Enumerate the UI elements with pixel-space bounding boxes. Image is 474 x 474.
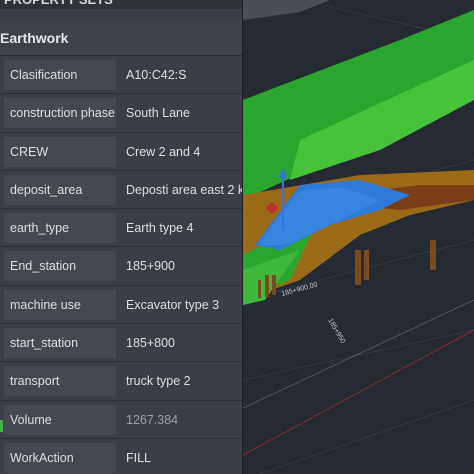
selection-indicator — [0, 420, 3, 432]
property-key: End_station — [4, 251, 116, 282]
property-rows: Clasification A10:C42:S construction phase… — [0, 56, 242, 474]
property-row[interactable]: CREW Crew 2 and 4 — [0, 133, 242, 171]
property-value[interactable]: A10:C42:S — [120, 60, 242, 90]
property-value[interactable]: Excavator type 3 — [120, 290, 242, 320]
station-label-2: 185+950 — [326, 318, 346, 345]
property-value[interactable]: Deposti area east 2 kilometer — [120, 175, 242, 205]
offset-line — [242, 299, 474, 409]
property-sets-panel: PROPERTY SETS Earthwork ClasificationA10… — [0, 0, 243, 474]
property-value[interactable]: 185+900 — [120, 251, 242, 281]
property-key: earth_type — [4, 213, 116, 244]
property-row[interactable]: WorkAction FILL — [0, 439, 242, 474]
property-row[interactable]: machine use Excavator type 3 — [0, 286, 242, 325]
property-key: construction phase — [4, 98, 116, 129]
property-row[interactable]: End_station 185+900 — [0, 247, 242, 286]
property-value[interactable]: South Lane — [120, 98, 242, 128]
property-key: deposit_area — [4, 174, 116, 205]
group-header-earthwork[interactable]: Earthwork — [0, 20, 242, 56]
property-key: Volume — [4, 404, 116, 435]
property-row[interactable]: construction phase South Lane — [0, 94, 242, 133]
property-value[interactable]: 1267.384 — [120, 405, 242, 435]
property-value[interactable]: 185+800 — [120, 328, 242, 358]
property-row[interactable]: transport truck type 2 — [0, 362, 242, 401]
property-key: WorkAction — [4, 442, 116, 473]
property-row[interactable]: earth_type Earth type 4 — [0, 209, 242, 248]
property-key: machine use — [4, 289, 116, 320]
panel-title: PROPERTY SETS — [0, 0, 242, 9]
property-key: transport — [4, 366, 116, 397]
property-row[interactable]: start_station 185+800 — [0, 324, 242, 363]
property-value[interactable]: truck type 2 — [120, 366, 242, 396]
property-key: CREW — [4, 136, 116, 167]
property-row[interactable]: Clasification A10:C42:S — [0, 56, 242, 95]
road-edge-strip — [243, 0, 330, 20]
property-key: start_station — [4, 328, 116, 359]
property-value[interactable]: FILL — [120, 443, 242, 473]
gizmo-origin[interactable] — [267, 203, 277, 213]
property-value[interactable]: Earth type 4 — [120, 213, 242, 243]
property-key: Clasification — [4, 60, 116, 90]
property-row[interactable]: Volume 1267.384 — [0, 401, 242, 439]
alignment-line — [242, 329, 474, 456]
property-row[interactable]: deposit_areaDeposti area east 2 kilomete… — [0, 171, 242, 210]
property-value[interactable]: Crew 2 and 4 — [120, 137, 242, 167]
